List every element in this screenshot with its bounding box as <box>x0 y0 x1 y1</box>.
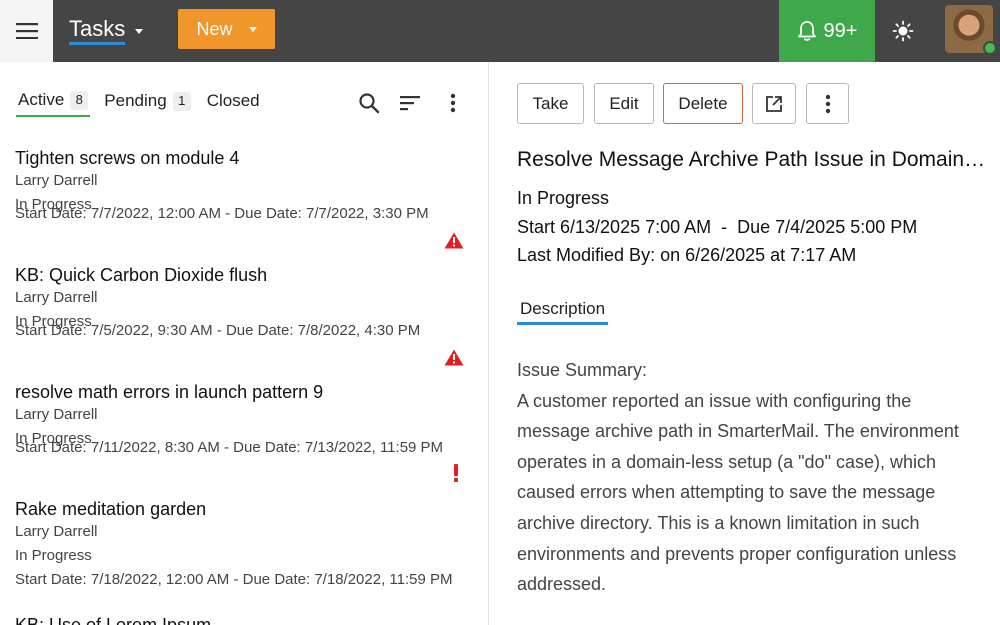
task-detail-title: Resolve Message Archive Path Issue in Do… <box>517 148 987 171</box>
open-external-button[interactable] <box>752 83 796 124</box>
bell-icon <box>797 21 816 41</box>
tab-count: 1 <box>172 91 191 111</box>
search-button[interactable] <box>356 90 382 116</box>
sort-icon <box>400 96 420 111</box>
task-list-item[interactable]: resolve math errors in launch pattern 9 … <box>15 381 475 482</box>
chevron-down-icon <box>135 28 144 34</box>
user-avatar[interactable] <box>945 5 997 55</box>
task-detail-modified: Last Modified By: on 6/26/2025 at 7:17 A… <box>517 245 857 265</box>
top-bar: Tasks New 99+ <box>0 0 1000 62</box>
tab-label: Closed <box>206 91 260 110</box>
chevron-down-icon <box>248 26 257 32</box>
tab-label: Pending <box>104 91 167 110</box>
task-description: Issue Summary: A customer reported an is… <box>517 355 977 600</box>
tab-label: Active <box>18 90 65 109</box>
task-status: In Progress <box>15 547 92 564</box>
notification-count: 99+ <box>823 19 858 42</box>
task-list-item[interactable]: KB: Quick Carbon Dioxide flush Larry Dar… <box>15 264 475 366</box>
task-dates: Start Date: 7/18/2022, 12:00 AM - Due Da… <box>15 571 453 588</box>
summary-heading: Issue Summary: <box>517 360 648 380</box>
task-title: resolve math errors in launch pattern 9 <box>15 382 324 402</box>
task-title: KB: Quick Carbon Dioxide flush <box>15 265 268 285</box>
task-title: Tighten screws on module 4 <box>15 148 240 168</box>
search-icon <box>359 93 380 114</box>
task-list-item[interactable]: Rake meditation garden Larry Darrell In … <box>15 498 475 589</box>
task-tabs: Active 8 Pending 1 Closed <box>16 88 274 117</box>
task-owner: Larry Darrell <box>15 172 98 189</box>
tab-closed[interactable]: Closed <box>205 89 262 116</box>
task-list-item[interactable]: KB: Use of Lorem Ipsum <box>15 614 475 625</box>
more-vertical-icon <box>825 94 830 113</box>
task-title: KB: Use of Lorem Ipsum <box>15 615 212 625</box>
take-button[interactable]: Take <box>517 83 584 124</box>
task-dates: Start Date: 7/7/2022, 12:00 AM - Due Dat… <box>15 205 429 222</box>
summary-text: A customer reported an issue with config… <box>517 390 959 595</box>
sun-icon <box>892 20 914 42</box>
notifications-button[interactable]: 99+ <box>779 0 875 62</box>
task-dates: Start Date: 7/5/2022, 9:30 AM - Due Date… <box>15 322 421 339</box>
more-vertical-icon <box>450 93 456 113</box>
warning-triangle-icon <box>444 232 464 249</box>
new-button[interactable]: New <box>178 9 275 49</box>
external-link-icon <box>766 95 782 112</box>
sort-button[interactable] <box>397 90 423 116</box>
task-owner: Larry Darrell <box>15 406 98 423</box>
task-detail-panel: Take Edit Delete Resolve Message Archive… <box>490 62 1000 625</box>
take-button-label: Take <box>532 93 569 113</box>
task-list-panel: Active 8 Pending 1 Closed Tighten screws… <box>0 62 489 625</box>
edit-button[interactable]: Edit <box>594 83 654 124</box>
task-title: Rake meditation garden <box>15 499 207 519</box>
exclamation-icon <box>454 464 458 482</box>
menu-button[interactable] <box>0 0 53 62</box>
tab-pending[interactable]: Pending 1 <box>102 89 192 116</box>
task-owner: Larry Darrell <box>15 289 98 306</box>
task-detail-schedule: Start 6/13/2025 7:00 AM - Due 7/4/2025 5… <box>517 217 918 237</box>
task-dates: Start Date: 7/11/2022, 8:30 AM - Due Dat… <box>15 439 444 456</box>
detail-more-button[interactable] <box>806 83 849 124</box>
online-status-indicator <box>983 41 997 55</box>
app-switcher[interactable]: Tasks <box>69 14 144 48</box>
new-button-label: New <box>196 18 233 39</box>
task-list-item[interactable]: Tighten screws on module 4 Larry Darrell… <box>15 147 475 249</box>
warning-triangle-icon <box>444 349 464 366</box>
list-more-button[interactable] <box>440 90 466 116</box>
delete-button[interactable]: Delete <box>663 83 743 124</box>
tab-count: 8 <box>70 90 89 110</box>
task-owner: Larry Darrell <box>15 523 98 540</box>
delete-button-label: Delete <box>678 93 728 113</box>
tab-description[interactable]: Description <box>517 299 609 325</box>
hamburger-icon <box>15 23 38 39</box>
task-detail-status: In Progress <box>517 188 610 208</box>
edit-button-label: Edit <box>609 93 639 113</box>
tab-active[interactable]: Active 8 <box>16 88 91 117</box>
theme-toggle[interactable] <box>885 13 921 49</box>
app-title: Tasks <box>69 17 126 45</box>
